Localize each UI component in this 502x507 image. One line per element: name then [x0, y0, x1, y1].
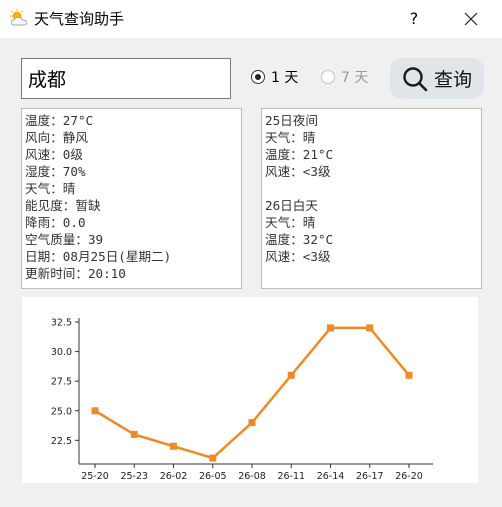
temperature-series-line — [94, 326, 410, 460]
forecast-spacer — [265, 180, 478, 197]
forecast-night-weather: 天气：晴 — [265, 130, 316, 145]
data-point — [327, 324, 334, 332]
data-point — [248, 419, 256, 427]
radio-7-day-label: 7 天 — [341, 70, 369, 86]
forecast-night-wind: 风速：<3级 — [265, 164, 331, 179]
help-button[interactable]: ? — [400, 6, 428, 32]
data-point — [209, 454, 217, 462]
x-tick-label: 26-08 — [238, 471, 266, 482]
data-point — [91, 407, 99, 415]
current-humidity: 湿度：70% — [25, 164, 86, 179]
forecast-day-title: 26日白天 — [265, 198, 318, 213]
data-point — [287, 371, 295, 379]
current-temperature: 温度：27°C — [25, 113, 94, 128]
temperature-chart: 22.5 25.0 27.5 30.0 32.5 25-20 25-23 26-02 26-05… — [22, 297, 478, 483]
radio-7-day[interactable]: 7 天 — [321, 67, 368, 87]
window-title: 天气查询助手 — [34, 10, 125, 28]
forecast-day-wind: 风速：<3级 — [265, 249, 331, 264]
data-point — [366, 324, 374, 332]
radio-dot-checked[interactable] — [251, 70, 265, 84]
query-button-label: 查询 — [433, 69, 472, 91]
city-input[interactable] — [21, 58, 231, 99]
current-weather: 天气：晴 — [25, 181, 76, 196]
title-bar: 天气查询助手 ? — [0, 0, 502, 38]
x-tick-label: 25-20 — [81, 471, 109, 482]
y-tick-label: 22.5 — [51, 436, 72, 447]
current-wind-direction: 风向：静风 — [25, 130, 88, 145]
data-point — [170, 442, 177, 450]
weather-icon — [10, 9, 27, 26]
x-tick-label: 26-17 — [356, 471, 384, 482]
x-tick-label: 26-14 — [317, 471, 345, 482]
current-update-time: 更新时间：20:10 — [25, 266, 126, 281]
x-tick-label: 26-20 — [395, 471, 423, 482]
forecast-panel: 25日夜间 天气：晴 温度：21°C 风速：<3级 26日白天 天气：晴 温度：… — [261, 108, 482, 289]
current-air-quality: 空气质量：39 — [25, 232, 104, 247]
y-tick-label: 25.0 — [51, 406, 72, 417]
temperature-chart-svg: 22.5 25.0 27.5 30.0 32.5 25-20 25-23 26-02 26-05… — [51, 318, 433, 482]
x-tick-label: 25-23 — [120, 471, 148, 482]
radio-1-day[interactable]: 1 天 — [251, 67, 298, 87]
data-point — [130, 430, 138, 438]
y-tick-label: 27.5 — [51, 377, 72, 388]
radio-dot[interactable] — [321, 70, 335, 84]
current-wind-speed: 风速：0级 — [25, 147, 83, 162]
current-visibility: 能见度：暂缺 — [25, 198, 101, 213]
forecast-day-temperature: 温度：32°C — [265, 232, 334, 247]
forecast-night-temperature: 温度：21°C — [265, 147, 334, 162]
forecast-day-weather: 天气：晴 — [265, 215, 316, 230]
data-point — [405, 371, 413, 379]
x-tick-label: 26-05 — [199, 471, 227, 482]
close-icon[interactable] — [456, 5, 486, 33]
current-weather-panel: 温度：27°C 风向：静风 风速：0级 湿度：70% 天气：晴 能见度：暂缺 降… — [21, 108, 242, 289]
forecast-night-title: 25日夜间 — [265, 113, 318, 128]
x-tick-label: 26-11 — [277, 471, 305, 482]
current-rain: 降雨：0.0 — [25, 215, 86, 230]
query-button[interactable]: 查询 — [390, 58, 484, 99]
current-date: 日期：08月25日(星期二) — [25, 249, 172, 264]
x-tick-label: 26-02 — [160, 471, 188, 482]
y-tick-label: 30.0 — [51, 347, 72, 358]
search-icon — [403, 66, 428, 91]
radio-1-day-label: 1 天 — [271, 70, 299, 86]
y-tick-label: 32.5 — [51, 318, 72, 329]
